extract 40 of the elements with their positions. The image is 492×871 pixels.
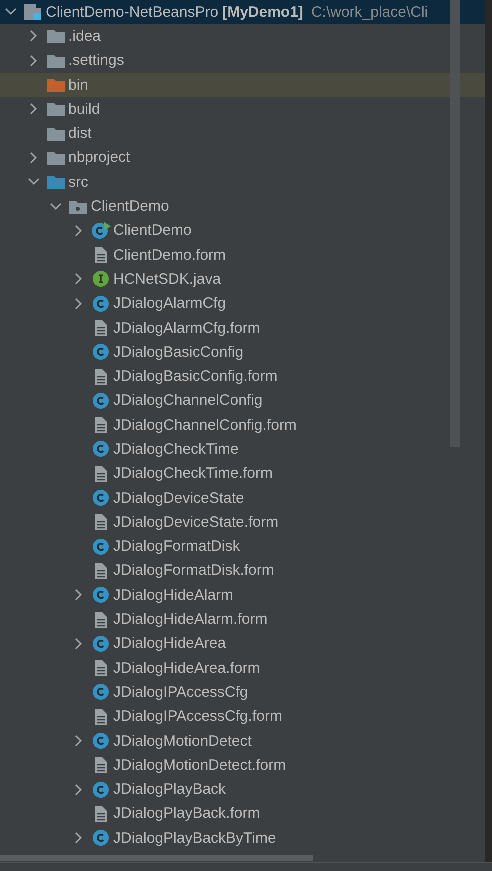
tree-item[interactable]: JDialogMotionDetect.form (114, 756, 286, 774)
tree-item[interactable]: ClientDemo.form (114, 246, 226, 264)
tree-item[interactable]: JDialogHideAlarm.form (114, 611, 268, 628)
tree-item[interactable]: build (68, 100, 100, 118)
tree-item[interactable]: src (68, 174, 88, 191)
tree-item[interactable]: JDialogIPAccessCfg.form (114, 708, 282, 726)
tree-item[interactable]: JDialogAlarmCfg.form (114, 320, 260, 336)
tree-item[interactable]: JDialogPlayBackByTime (114, 830, 276, 847)
tree-item[interactable]: HCNetSDK.java (114, 270, 222, 288)
project-path: C:\work_place\Cli (311, 4, 428, 21)
module-icon (23, 3, 43, 22)
tree-item[interactable]: dist (68, 125, 92, 142)
tree-item[interactable]: JDialogBasicConfig (114, 344, 244, 361)
tree-item[interactable]: JDialogFormatDisk (114, 538, 240, 556)
horizontal-scrollbar[interactable] (0, 855, 313, 861)
tree-item[interactable]: JDialogBasicConfig.form (114, 368, 278, 386)
tree-item[interactable]: JDialogMotionDetect (114, 732, 252, 750)
tree-item[interactable]: .idea (68, 28, 102, 45)
tree-item[interactable]: nbproject (68, 149, 130, 166)
tree-item[interactable]: JDialogCheckTime.form (114, 465, 273, 482)
tree-item[interactable]: JDialogChannelConfig.form (114, 416, 297, 434)
tree-item[interactable]: JDialogAlarmCfg (114, 295, 226, 312)
tree-item[interactable]: JDialogChannelConfig (114, 392, 263, 410)
tree-item[interactable]: JDialogHideArea.form (114, 660, 260, 677)
tree-item[interactable]: JDialogCheckTime (114, 440, 239, 458)
tree-item[interactable]: JDialogHideArea (114, 635, 226, 652)
project-name: ClientDemo-NetBeansPro (46, 4, 219, 21)
vertical-scrollbar[interactable] (450, 0, 460, 447)
tree-item[interactable]: JDialogPlayBack (114, 781, 226, 798)
tree-item[interactable]: JDialogPlayBack.form (114, 805, 260, 822)
tree-item[interactable]: .settings (68, 52, 124, 70)
tree-item[interactable]: JDialogHideAlarm (114, 586, 234, 604)
tree-item[interactable]: ClientDemo (91, 198, 170, 216)
tree-item[interactable]: JDialogIPAccessCfg (114, 684, 248, 701)
tree-item[interactable]: JDialogFormatDisk.form (114, 562, 274, 580)
tree-item[interactable]: ClientDemo (114, 222, 192, 240)
tree-item[interactable]: bin (68, 76, 89, 94)
tree-item[interactable]: JDialogDeviceState (114, 490, 244, 507)
tree-item[interactable]: JDialogDeviceState.form (114, 514, 279, 531)
module-name: [MyDemo1] (222, 4, 304, 21)
